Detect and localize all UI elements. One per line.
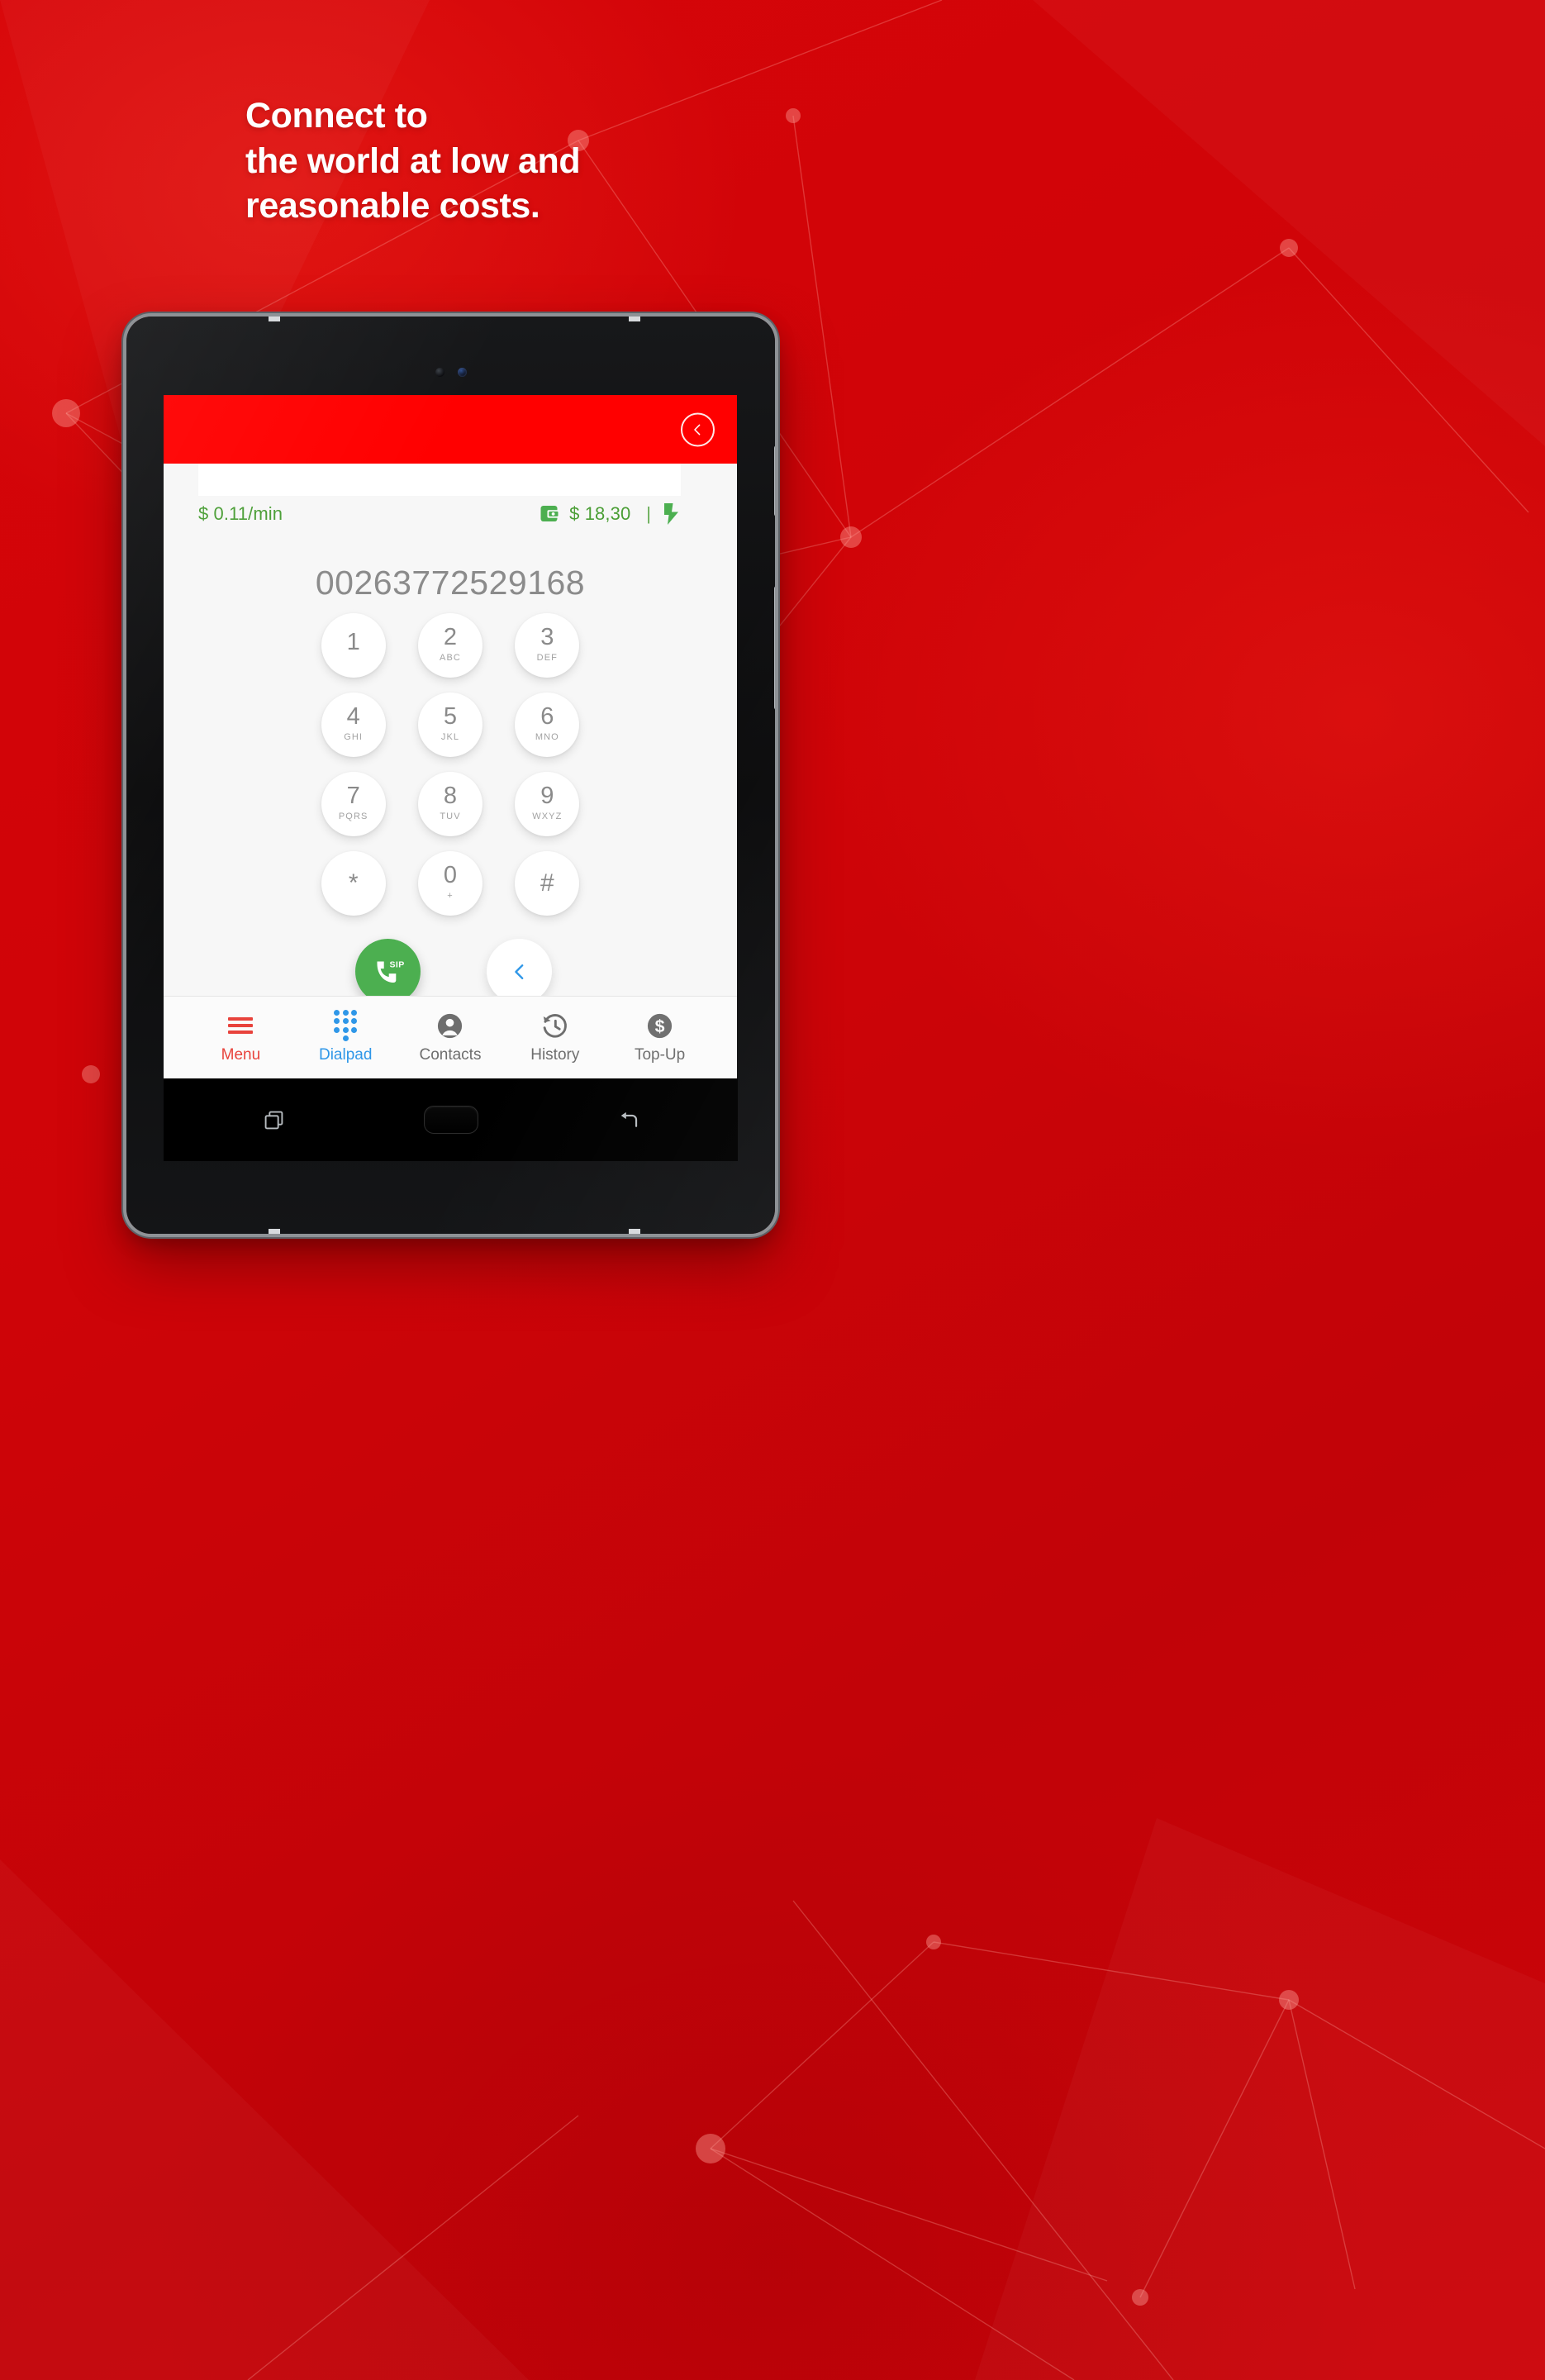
key-digit: # [540, 869, 554, 897]
nav-item-topup[interactable]: $ Top-Up [628, 1011, 692, 1064]
nav-item-contacts[interactable]: Contacts [418, 1011, 483, 1064]
phone-sip-call-icon: SIP [377, 959, 404, 983]
promo-headline: Connect to the world at low and reasonab… [245, 93, 989, 229]
nav-item-menu[interactable]: Menu [208, 1011, 273, 1064]
nav-label: Contacts [419, 1045, 482, 1064]
number-input-field[interactable] [198, 464, 681, 496]
dialpad-key-1[interactable]: 1 [321, 613, 386, 678]
key-digit: 2 [443, 624, 458, 650]
key-letters: WXYZ [532, 812, 563, 821]
header-back-button[interactable] [681, 412, 715, 446]
back-arrow-icon [620, 1111, 637, 1127]
dialpad-dots-icon [334, 1009, 358, 1042]
headline-line-2: the world at low and [245, 140, 581, 181]
key-digit: 3 [540, 624, 554, 650]
rate-balance-row: $ 0.11/min $ 18,30 | [164, 496, 737, 532]
key-digit: 5 [443, 703, 458, 730]
balance-group[interactable]: $ 18,30 | [540, 503, 679, 525]
key-digit: * [348, 869, 359, 897]
key-digit: 7 [346, 783, 360, 809]
status-separator: | [646, 503, 651, 524]
key-letters: DEF [536, 653, 558, 663]
key-digit: 4 [346, 703, 360, 730]
tablet-device-frame: $ 0.11/min $ 18,30 | 00263772529168 1 2 … [126, 317, 775, 1234]
svg-text:SIP: SIP [389, 959, 404, 969]
bottom-navigation-bar: Menu Dialpad Contacts History $ Top-Up [164, 996, 737, 1078]
dialpad-key-0[interactable]: 0 + [417, 851, 483, 916]
key-letters: + [447, 891, 454, 901]
nav-label: Top-Up [634, 1045, 686, 1064]
chevron-left-circle-icon [694, 424, 701, 435]
home-button[interactable] [423, 1106, 478, 1134]
key-digit: 9 [540, 783, 554, 809]
dialpad-key-star[interactable]: * [321, 851, 386, 916]
sip-call-button[interactable]: SIP [355, 939, 421, 1004]
key-digit: 6 [540, 703, 554, 730]
home-key-icon [423, 1106, 478, 1134]
dollar-circle-icon: $ [646, 1011, 673, 1040]
key-letters: PQRS [338, 812, 368, 821]
dialpad-key-8[interactable]: 8 TUV [417, 772, 483, 836]
dialpad-key-2[interactable]: 2 ABC [417, 613, 483, 678]
dialed-number-display[interactable]: 00263772529168 [164, 532, 737, 608]
nav-item-history[interactable]: History [523, 1011, 587, 1064]
dialpad-key-3[interactable]: 3 DEF [515, 613, 580, 678]
key-digit: 8 [443, 783, 458, 809]
dialpad-key-7[interactable]: 7 PQRS [321, 772, 386, 836]
key-letters: JKL [440, 732, 460, 742]
nav-item-dialpad[interactable]: Dialpad [313, 1009, 378, 1064]
android-navigation-bar [164, 1078, 738, 1161]
wallet-icon [540, 506, 559, 521]
antenna-strip [629, 1229, 640, 1234]
dialpad-key-hash[interactable]: # [515, 851, 580, 916]
recents-button[interactable] [263, 1109, 285, 1131]
dialpad-key-9[interactable]: 9 WXYZ [515, 772, 580, 836]
front-camera-icon [457, 367, 467, 377]
call-rate-label: $ 0.11/min [198, 503, 283, 524]
nav-label: History [530, 1045, 580, 1064]
dialpad-key-5[interactable]: 5 JKL [417, 693, 483, 757]
person-circle-icon [436, 1011, 464, 1040]
svg-text:$: $ [655, 1016, 665, 1036]
antenna-strip [269, 317, 280, 321]
dialpad-key-6[interactable]: 6 MNO [515, 693, 580, 757]
front-camera-cluster [126, 363, 775, 381]
chevron-left-icon [514, 964, 523, 979]
dialpad-key-4[interactable]: 4 GHI [321, 693, 386, 757]
key-digit: 0 [443, 862, 458, 888]
nav-label: Dialpad [318, 1045, 373, 1064]
key-letters: ABC [440, 653, 461, 663]
volume-button[interactable] [774, 445, 775, 516]
key-letters: TUV [440, 812, 461, 821]
antenna-strip [629, 317, 640, 321]
dialpad-action-row: SIP [164, 939, 737, 1004]
lightning-bolt-icon[interactable] [663, 503, 679, 525]
clock-history-icon [541, 1011, 568, 1040]
antenna-strip [269, 1229, 280, 1234]
recents-square-icon [264, 1111, 283, 1129]
backspace-button[interactable] [487, 939, 552, 1004]
headline-line-3: reasonable costs. [245, 186, 540, 226]
key-digit: 1 [346, 629, 360, 655]
power-button[interactable] [774, 586, 775, 710]
headline-line-1: Connect to [245, 96, 428, 136]
key-letters: GHI [344, 732, 364, 742]
back-button[interactable] [617, 1109, 639, 1131]
dialpad-grid: 1 2 ABC 3 DEF 4 GHI 5 JKL 6 MNO 7 PQRS 8… [305, 613, 596, 916]
proximity-sensor-icon [435, 367, 444, 377]
balance-amount: $ 18,30 [569, 503, 631, 524]
nav-label: Menu [221, 1045, 261, 1064]
app-screen: $ 0.11/min $ 18,30 | 00263772529168 1 2 … [164, 395, 737, 1078]
key-letters: MNO [535, 732, 559, 742]
hamburger-menu-icon [228, 1011, 254, 1040]
app-header-bar [164, 395, 737, 464]
